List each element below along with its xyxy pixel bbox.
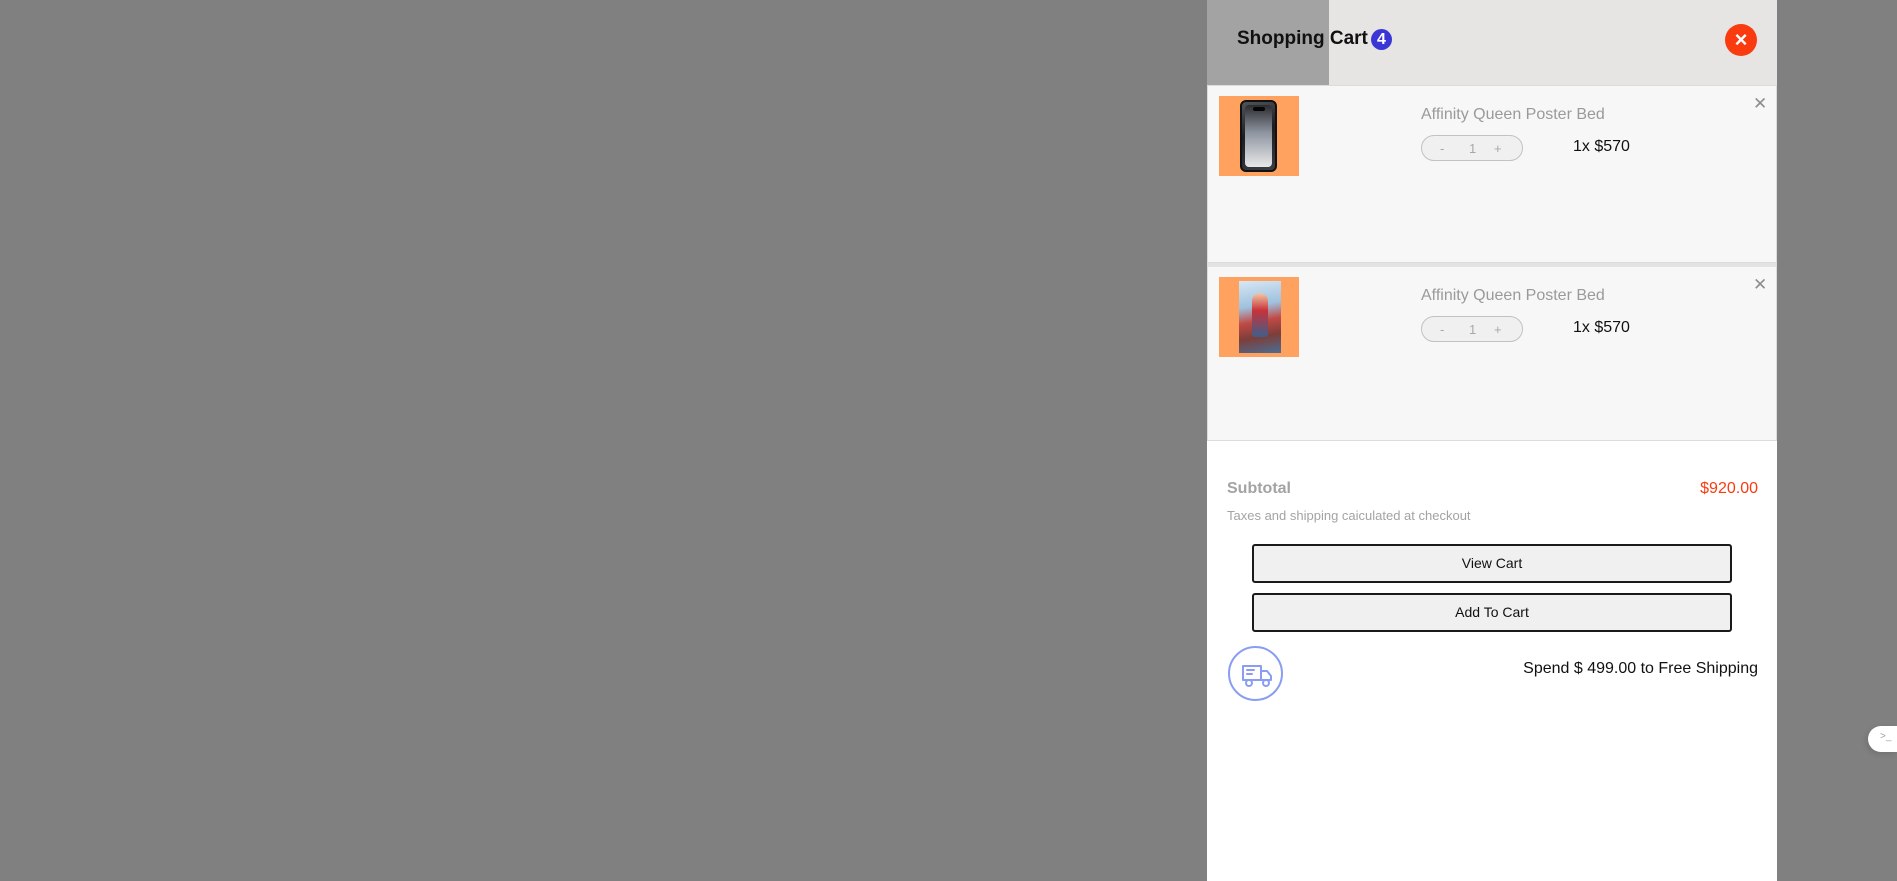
cart-item: Affinity Queen Poster Bed - 1 + 1x $570 … xyxy=(1207,263,1777,441)
product-thumbnail[interactable] xyxy=(1219,277,1299,357)
side-widget-tab[interactable]: >_ xyxy=(1868,726,1897,752)
close-cart-button[interactable]: × xyxy=(1725,24,1757,56)
qty-decrease-button[interactable]: - xyxy=(1440,322,1444,337)
cart-title: Shopping Cart xyxy=(1237,28,1368,49)
subtotal-label: Subtotal xyxy=(1227,480,1291,497)
cart-item: Affinity Queen Poster Bed - 1 + 1x $570 … xyxy=(1207,85,1777,263)
product-name[interactable]: Affinity Queen Poster Bed xyxy=(1421,287,1605,305)
subtotal-value: $920.00 xyxy=(1700,480,1758,497)
qty-increase-button[interactable]: + xyxy=(1494,322,1502,337)
remove-item-button[interactable]: ✕ xyxy=(1753,275,1767,295)
tax-note: Taxes and shipping caiculated at checkou… xyxy=(1227,508,1471,523)
delivery-truck-icon xyxy=(1228,646,1283,701)
cart-count-badge: 4 xyxy=(1371,29,1392,50)
qty-increase-button[interactable]: + xyxy=(1494,141,1502,156)
page-overlay[interactable] xyxy=(0,0,1207,881)
smartphone-image xyxy=(1240,100,1277,172)
poster-image xyxy=(1239,281,1281,353)
remove-item-button[interactable]: ✕ xyxy=(1753,94,1767,114)
cart-drawer: Shopping Cart 4 × Affinity Queen Poster … xyxy=(1207,0,1777,881)
item-price: 1x $570 xyxy=(1573,319,1630,336)
quantity-stepper: - 1 + xyxy=(1421,135,1523,161)
side-widget-icon: >_ xyxy=(1880,731,1892,742)
qty-decrease-button[interactable]: - xyxy=(1440,141,1444,156)
add-to-cart-button[interactable]: Add To Cart xyxy=(1252,593,1732,632)
cart-header: Shopping Cart 4 × xyxy=(1207,0,1777,85)
product-thumbnail[interactable] xyxy=(1219,96,1299,176)
qty-value[interactable]: 1 xyxy=(1469,141,1476,156)
product-name[interactable]: Affinity Queen Poster Bed xyxy=(1421,106,1605,124)
free-shipping-message: Spend $ 499.00 to Free Shipping xyxy=(1523,660,1758,677)
item-price: 1x $570 xyxy=(1573,138,1630,155)
qty-value[interactable]: 1 xyxy=(1469,322,1476,337)
view-cart-button[interactable]: View Cart xyxy=(1252,544,1732,583)
quantity-stepper: - 1 + xyxy=(1421,316,1523,342)
